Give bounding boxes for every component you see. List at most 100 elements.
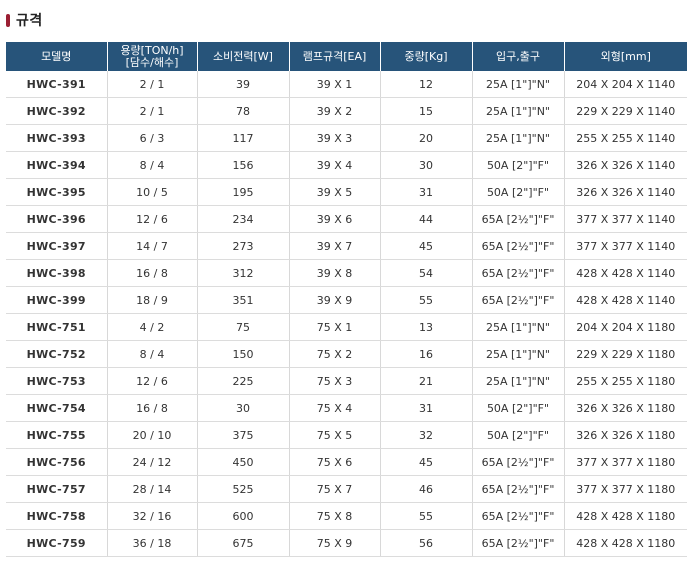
port-cell: 50A [2"]"F": [471, 421, 564, 449]
lamp-cell: 39 X 7: [288, 232, 380, 260]
port-cell: 65A [2½"]"F": [471, 259, 564, 287]
power-cell: 225: [196, 367, 289, 395]
model-cell: HWC-398: [6, 259, 107, 287]
port-cell: 65A [2½"]"F": [471, 205, 564, 233]
capacity-cell: 24 / 12: [106, 448, 197, 476]
capacity-cell: 32 / 16: [106, 502, 197, 530]
table-row: HWC-397 14 / 7 273 39 X 7 45 65A [2½"]"F" 377 …: [6, 232, 687, 260]
lamp-cell: 75 X 8: [288, 502, 380, 530]
dimension-cell: 326 X 326 X 1180: [563, 421, 687, 449]
dimension-cell: 204 X 204 X 1140: [563, 71, 687, 98]
weight-cell: 56: [379, 529, 472, 557]
lamp-cell: 39 X 5: [288, 178, 380, 206]
header-lamp: 램프규격[EA]: [288, 42, 380, 71]
dimension-cell: 428 X 428 X 1140: [563, 259, 687, 287]
dimension-cell: 428 X 428 X 1180: [563, 529, 687, 557]
weight-cell: 32: [379, 421, 472, 449]
table-row: HWC-391 2 / 1 39 39 X 1 12 25A [1"]"N" 204 X 2…: [6, 71, 687, 98]
power-cell: 312: [196, 259, 289, 287]
table-row: HWC-753 12 / 6 225 75 X 3 21 25A [1"]"N" 255 X…: [6, 367, 687, 395]
dimension-cell: 326 X 326 X 1140: [563, 178, 687, 206]
lamp-cell: 39 X 8: [288, 259, 380, 287]
weight-cell: 16: [379, 340, 472, 368]
power-cell: 117: [196, 124, 289, 152]
weight-cell: 55: [379, 502, 472, 530]
port-cell: 65A [2½"]"F": [471, 286, 564, 314]
port-cell: 25A [1"]"N": [471, 313, 564, 341]
weight-cell: 13: [379, 313, 472, 341]
header-weight: 중량[Kg]: [379, 42, 472, 71]
dimension-cell: 377 X 377 X 1180: [563, 448, 687, 476]
power-cell: 234: [196, 205, 289, 233]
table-row: HWC-758 32 / 16 600 75 X 8 55 65A [2½"]"F" 428…: [6, 502, 687, 530]
lamp-cell: 75 X 4: [288, 394, 380, 422]
lamp-cell: 75 X 7: [288, 475, 380, 503]
dimension-cell: 428 X 428 X 1140: [563, 286, 687, 314]
model-cell: HWC-393: [6, 124, 107, 152]
header-dimensions: 외형[mm]: [563, 42, 687, 71]
port-cell: 50A [2"]"F": [471, 394, 564, 422]
power-cell: 525: [196, 475, 289, 503]
capacity-cell: 2 / 1: [106, 97, 197, 125]
model-cell: HWC-756: [6, 448, 107, 476]
weight-cell: 44: [379, 205, 472, 233]
capacity-cell: 28 / 14: [106, 475, 197, 503]
table-row: HWC-756 24 / 12 450 75 X 6 45 65A [2½"]"F" 377…: [6, 448, 687, 476]
header-capacity: 용량[TON/h] [담수/해수]: [106, 42, 197, 71]
table-row: HWC-395 10 / 5 195 39 X 5 31 50A [2"]"F" 326 X…: [6, 178, 687, 206]
lamp-cell: 75 X 3: [288, 367, 380, 395]
dimension-cell: 326 X 326 X 1180: [563, 394, 687, 422]
lamp-cell: 75 X 1: [288, 313, 380, 341]
power-cell: 351: [196, 286, 289, 314]
weight-cell: 21: [379, 367, 472, 395]
dimension-cell: 326 X 326 X 1140: [563, 151, 687, 179]
weight-cell: 31: [379, 178, 472, 206]
header-model: 모델명: [6, 42, 107, 71]
table-row: HWC-759 36 / 18 675 75 X 9 56 65A [2½"]"F" 428…: [6, 529, 687, 557]
capacity-cell: 12 / 6: [106, 367, 197, 395]
power-cell: 600: [196, 502, 289, 530]
table-row: HWC-752 8 / 4 150 75 X 2 16 25A [1"]"N" 229 X …: [6, 340, 687, 368]
lamp-cell: 75 X 6: [288, 448, 380, 476]
model-cell: HWC-395: [6, 178, 107, 206]
model-cell: HWC-755: [6, 421, 107, 449]
port-cell: 65A [2½"]"F": [471, 475, 564, 503]
power-cell: 450: [196, 448, 289, 476]
port-cell: 65A [2½"]"F": [471, 529, 564, 557]
power-cell: 78: [196, 97, 289, 125]
capacity-cell: 2 / 1: [106, 71, 197, 98]
lamp-cell: 75 X 2: [288, 340, 380, 368]
power-cell: 30: [196, 394, 289, 422]
power-cell: 156: [196, 151, 289, 179]
capacity-cell: 8 / 4: [106, 151, 197, 179]
model-cell: HWC-758: [6, 502, 107, 530]
capacity-cell: 18 / 9: [106, 286, 197, 314]
table-row: HWC-755 20 / 10 375 75 X 5 32 50A [2"]"F" 326 …: [6, 421, 687, 449]
table-row: HWC-398 16 / 8 312 39 X 8 54 65A [2½"]"F" 428 …: [6, 259, 687, 287]
lamp-cell: 39 X 2: [288, 97, 380, 125]
model-cell: HWC-759: [6, 529, 107, 557]
capacity-cell: 12 / 6: [106, 205, 197, 233]
model-cell: HWC-394: [6, 151, 107, 179]
port-cell: 25A [1"]"N": [471, 71, 564, 98]
model-cell: HWC-752: [6, 340, 107, 368]
dimension-cell: 204 X 204 X 1180: [563, 313, 687, 341]
weight-cell: 55: [379, 286, 472, 314]
capacity-cell: 36 / 18: [106, 529, 197, 557]
weight-cell: 31: [379, 394, 472, 422]
lamp-cell: 39 X 3: [288, 124, 380, 152]
port-cell: 25A [1"]"N": [471, 340, 564, 368]
model-cell: HWC-392: [6, 97, 107, 125]
weight-cell: 54: [379, 259, 472, 287]
capacity-cell: 16 / 8: [106, 394, 197, 422]
capacity-cell: 10 / 5: [106, 178, 197, 206]
dimension-cell: 377 X 377 X 1140: [563, 232, 687, 260]
header-inlet-outlet: 입구,출구: [471, 42, 564, 71]
capacity-cell: 8 / 4: [106, 340, 197, 368]
model-cell: HWC-396: [6, 205, 107, 233]
model-cell: HWC-753: [6, 367, 107, 395]
model-cell: HWC-751: [6, 313, 107, 341]
lamp-cell: 39 X 1: [288, 71, 380, 98]
dimension-cell: 428 X 428 X 1180: [563, 502, 687, 530]
section-title: 규격: [16, 13, 43, 29]
